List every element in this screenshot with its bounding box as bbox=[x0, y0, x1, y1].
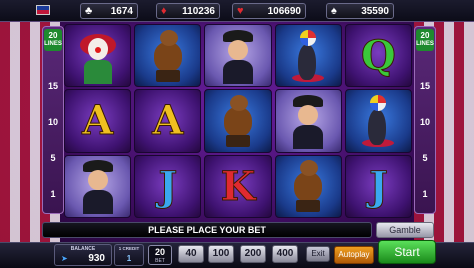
line-marker-5[interactable]: 5 bbox=[43, 153, 63, 163]
line-marker-10[interactable]: 10 bbox=[43, 117, 63, 127]
credit-value: 1 bbox=[126, 254, 132, 263]
symbol-dancer bbox=[274, 89, 342, 153]
jackpot-club: ♣ 1674 bbox=[80, 3, 138, 19]
seal-icon bbox=[288, 28, 328, 84]
jackpot-bar: ♣ 1674 ♦ 110236 ♥ 106690 ♠ 35590 bbox=[0, 0, 474, 22]
current-bet[interactable]: 20 BET bbox=[148, 245, 172, 265]
symbol-letter-q: Q bbox=[344, 24, 413, 88]
jackpot-heart: ♥ 106690 bbox=[232, 3, 306, 19]
credit-label: 1 CREDIT bbox=[118, 246, 140, 251]
start-button[interactable]: Start bbox=[378, 240, 436, 264]
symbol-letter-a: A bbox=[64, 89, 132, 153]
bet-200-button[interactable]: 200 bbox=[240, 245, 266, 263]
reel-4 bbox=[274, 24, 342, 218]
current-bet-unit: BET bbox=[155, 258, 165, 264]
lines-count-badge: 20 LINES bbox=[44, 29, 62, 51]
lines-count-badge-right: 20 LINES bbox=[416, 29, 434, 51]
jackpot-spade-value: 35590 bbox=[361, 5, 389, 17]
line-indicator-left: 20 LINES 15 10 5 1 bbox=[42, 26, 64, 214]
symbol-letter-a: A bbox=[134, 89, 202, 153]
current-bet-value: 20 bbox=[154, 247, 165, 257]
reel-2: A J bbox=[134, 24, 202, 218]
seal-icon bbox=[358, 93, 398, 149]
gamble-button[interactable]: Gamble bbox=[376, 222, 434, 238]
status-message: PLEASE PLACE YOUR BET bbox=[42, 222, 372, 238]
jackpot-club-value: 1674 bbox=[110, 5, 133, 17]
line-marker-15[interactable]: 15 bbox=[43, 81, 63, 91]
autoplay-button[interactable]: Autoplay bbox=[334, 246, 374, 264]
jackpot-spade: ♠ 35590 bbox=[326, 3, 394, 19]
spade-icon: ♠ bbox=[331, 5, 337, 17]
line-marker-10-right[interactable]: 10 bbox=[415, 117, 435, 127]
line-marker-1-right[interactable]: 1 bbox=[415, 189, 435, 199]
bear-icon bbox=[288, 158, 328, 214]
jackpot-diamond: ♦ 110236 bbox=[156, 3, 220, 19]
club-icon: ♣ bbox=[85, 5, 93, 17]
symbol-seal bbox=[344, 89, 413, 153]
symbol-dancer bbox=[204, 24, 272, 88]
symbol-letter-j: J bbox=[344, 154, 413, 218]
reel-5: Q J bbox=[344, 24, 413, 218]
symbol-letter-j: J bbox=[134, 154, 202, 218]
line-marker-15-right[interactable]: 15 bbox=[415, 81, 435, 91]
exit-button[interactable]: Exit bbox=[306, 246, 330, 262]
bet-100-button[interactable]: 100 bbox=[208, 245, 234, 263]
language-flag-icon[interactable] bbox=[36, 5, 50, 15]
dancer-icon bbox=[77, 158, 119, 215]
dancer-icon bbox=[287, 93, 329, 149]
bet-40-button[interactable]: 40 bbox=[178, 245, 204, 263]
symbol-bear bbox=[204, 89, 272, 153]
bear-icon bbox=[218, 93, 258, 149]
symbol-seal bbox=[274, 24, 342, 88]
credit-selector[interactable]: 1 CREDIT 1 bbox=[114, 244, 144, 266]
balance-display: BALANCE ➤ 930 bbox=[54, 244, 112, 266]
symbol-clown bbox=[64, 24, 132, 88]
reels-area: A A J K Q J bbox=[64, 24, 413, 218]
heart-icon: ♥ bbox=[237, 5, 244, 17]
balance-label: BALANCE bbox=[70, 246, 96, 252]
bet-400-button[interactable]: 400 bbox=[272, 245, 298, 263]
reel-3: K bbox=[204, 24, 272, 218]
jackpot-heart-value: 106690 bbox=[267, 5, 301, 17]
symbol-bear bbox=[274, 154, 342, 218]
line-marker-5-right[interactable]: 5 bbox=[415, 153, 435, 163]
dancer-icon bbox=[217, 28, 259, 84]
jackpot-diamond-value: 110236 bbox=[182, 5, 215, 17]
symbol-dancer bbox=[64, 154, 132, 218]
symbol-bear bbox=[134, 24, 202, 88]
balance-value: 930 bbox=[88, 253, 105, 264]
clown-icon bbox=[76, 28, 120, 84]
line-marker-1[interactable]: 1 bbox=[43, 189, 63, 199]
reel-1: A bbox=[64, 24, 132, 218]
arrow-right-icon: ➤ bbox=[61, 254, 68, 263]
symbol-letter-k: K bbox=[204, 154, 272, 218]
bear-icon bbox=[148, 28, 188, 84]
diamond-icon: ♦ bbox=[161, 5, 167, 17]
line-indicator-right: 20 LINES 15 10 5 1 bbox=[414, 26, 436, 214]
